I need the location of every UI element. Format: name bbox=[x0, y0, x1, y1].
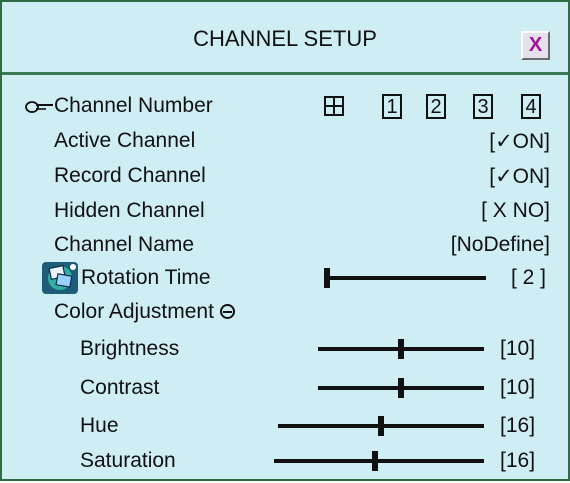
hue-slider[interactable] bbox=[278, 416, 484, 436]
channel-name-value[interactable]: [NoDefine] bbox=[451, 233, 550, 257]
rotation-icon bbox=[42, 262, 78, 294]
saturation-slider-thumb[interactable] bbox=[372, 451, 378, 471]
row-hidden-channel[interactable]: Hidden Channel [ X NO] bbox=[2, 199, 568, 233]
hidden-channel-value[interactable]: [ X NO] bbox=[481, 199, 550, 223]
active-channel-label: Active Channel bbox=[54, 129, 196, 152]
dialog-title: CHANNEL SETUP bbox=[193, 26, 377, 51]
row-saturation[interactable]: Saturation [16] bbox=[2, 449, 568, 483]
contrast-value: [10] bbox=[500, 376, 536, 399]
record-channel-value[interactable]: [✓ON] bbox=[489, 164, 550, 189]
row-record-channel[interactable]: Record Channel [✓ON] bbox=[2, 164, 568, 198]
hue-label: Hue bbox=[80, 414, 119, 437]
row-hue[interactable]: Hue [16] bbox=[2, 414, 568, 448]
channel-setup-dialog: CHANNEL SETUP X Channel Number 1 2 3 4 A… bbox=[0, 0, 570, 481]
row-rotation-time[interactable]: Rotation Time [ 2 ] bbox=[2, 262, 568, 300]
brightness-slider[interactable] bbox=[318, 339, 484, 359]
row-contrast[interactable]: Contrast [10] bbox=[2, 376, 568, 410]
channel-number-label: Channel Number bbox=[54, 94, 213, 117]
brightness-label: Brightness bbox=[80, 337, 180, 360]
hue-slider-thumb[interactable] bbox=[378, 416, 384, 436]
color-adjustment-label: Color Adjustment bbox=[54, 300, 235, 324]
close-button[interactable]: X bbox=[521, 31, 550, 60]
channel-2-button[interactable]: 2 bbox=[426, 94, 446, 119]
quad-view-icon[interactable] bbox=[324, 96, 344, 116]
channel-3-button[interactable]: 3 bbox=[473, 94, 493, 119]
saturation-value: [16] bbox=[500, 449, 536, 472]
row-active-channel[interactable]: Active Channel [✓ON] bbox=[2, 129, 568, 163]
title-bar: CHANNEL SETUP X bbox=[2, 2, 568, 75]
rotation-time-slider[interactable] bbox=[324, 268, 486, 288]
brightness-value: [10] bbox=[500, 337, 536, 360]
row-color-adjustment[interactable]: Color Adjustment bbox=[2, 300, 568, 334]
saturation-slider[interactable] bbox=[274, 451, 484, 471]
hidden-channel-label: Hidden Channel bbox=[54, 199, 205, 222]
channel-4-button[interactable]: 4 bbox=[521, 94, 541, 119]
channel-1-button[interactable]: 1 bbox=[382, 94, 402, 119]
saturation-label: Saturation bbox=[80, 449, 176, 472]
minus-circle-icon[interactable] bbox=[219, 304, 235, 319]
rotation-time-value: [ 2 ] bbox=[511, 266, 547, 289]
rotation-time-slider-thumb[interactable] bbox=[324, 268, 330, 288]
rotation-time-label: Rotation Time bbox=[81, 266, 211, 289]
contrast-slider[interactable] bbox=[318, 378, 484, 398]
row-brightness[interactable]: Brightness [10] bbox=[2, 337, 568, 371]
hue-value: [16] bbox=[500, 414, 536, 437]
row-channel-number: Channel Number 1 2 3 4 bbox=[2, 94, 568, 128]
pointing-hand-icon bbox=[25, 101, 53, 113]
color-adjustment-text: Color Adjustment bbox=[54, 300, 214, 323]
active-channel-value[interactable]: [✓ON] bbox=[489, 129, 550, 154]
brightness-slider-thumb[interactable] bbox=[398, 339, 404, 359]
record-channel-label: Record Channel bbox=[54, 164, 206, 187]
row-channel-name[interactable]: Channel Name [NoDefine] bbox=[2, 233, 568, 267]
channel-name-label: Channel Name bbox=[54, 233, 195, 256]
contrast-label: Contrast bbox=[80, 376, 160, 399]
contrast-slider-thumb[interactable] bbox=[398, 378, 404, 398]
